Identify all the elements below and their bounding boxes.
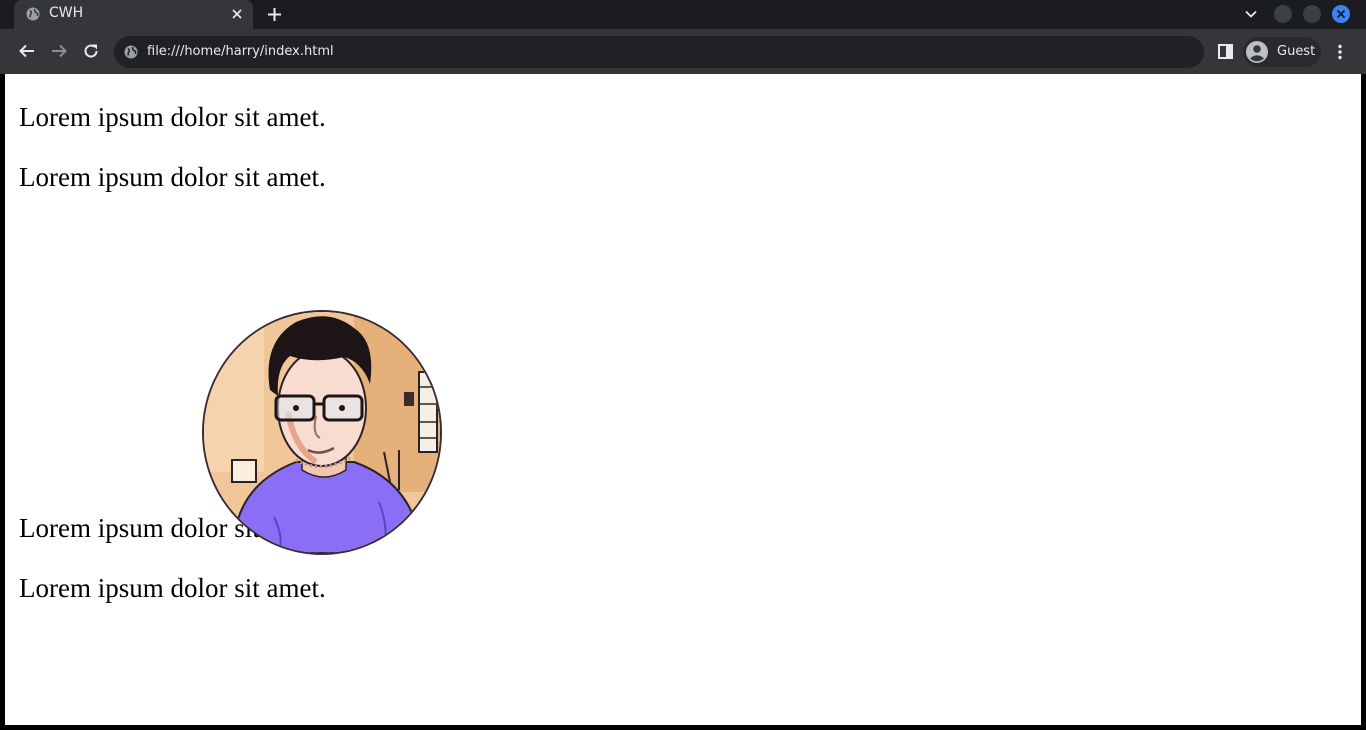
page-viewport: Lorem ipsum dolor sit amet. Lorem ipsum … (5, 74, 1361, 725)
arrow-right-icon[interactable] (50, 42, 68, 60)
side-panel-icon[interactable] (1218, 44, 1233, 59)
address-bar[interactable]: file:///home/harry/index.html (114, 36, 1204, 68)
tab-cwh[interactable]: CWH (14, 0, 253, 29)
maximize-button[interactable] (1303, 5, 1321, 23)
chevron-down-icon[interactable] (1244, 7, 1258, 21)
paragraph: Lorem ipsum dolor sit amet. (19, 573, 326, 603)
avatar-icon (1246, 41, 1268, 63)
reload-icon[interactable] (82, 42, 100, 60)
profile-photo (202, 310, 442, 555)
tab-strip: CWH (0, 0, 1366, 29)
globe-icon[interactable] (124, 45, 138, 59)
arrow-left-icon[interactable] (18, 42, 36, 60)
paragraph: Lorem ipsum dolor sit amet. (19, 102, 326, 132)
window-close-button[interactable] (1332, 5, 1350, 23)
minimize-button[interactable] (1274, 5, 1292, 23)
profile-label: Guest (1277, 44, 1316, 59)
close-icon (1336, 9, 1346, 19)
tab-title: CWH (49, 5, 84, 21)
close-icon[interactable] (230, 7, 244, 21)
kebab-menu-icon[interactable] (1331, 43, 1349, 61)
profile-button[interactable]: Guest (1243, 37, 1321, 67)
browser-toolbar: file:///home/harry/index.html Guest (0, 29, 1366, 74)
url-text[interactable]: file:///home/harry/index.html (147, 44, 334, 59)
globe-icon (26, 7, 40, 21)
plus-icon[interactable] (266, 6, 283, 23)
paragraph: Lorem ipsum dolor sit amet. (19, 162, 326, 192)
portrait-image (204, 312, 440, 553)
